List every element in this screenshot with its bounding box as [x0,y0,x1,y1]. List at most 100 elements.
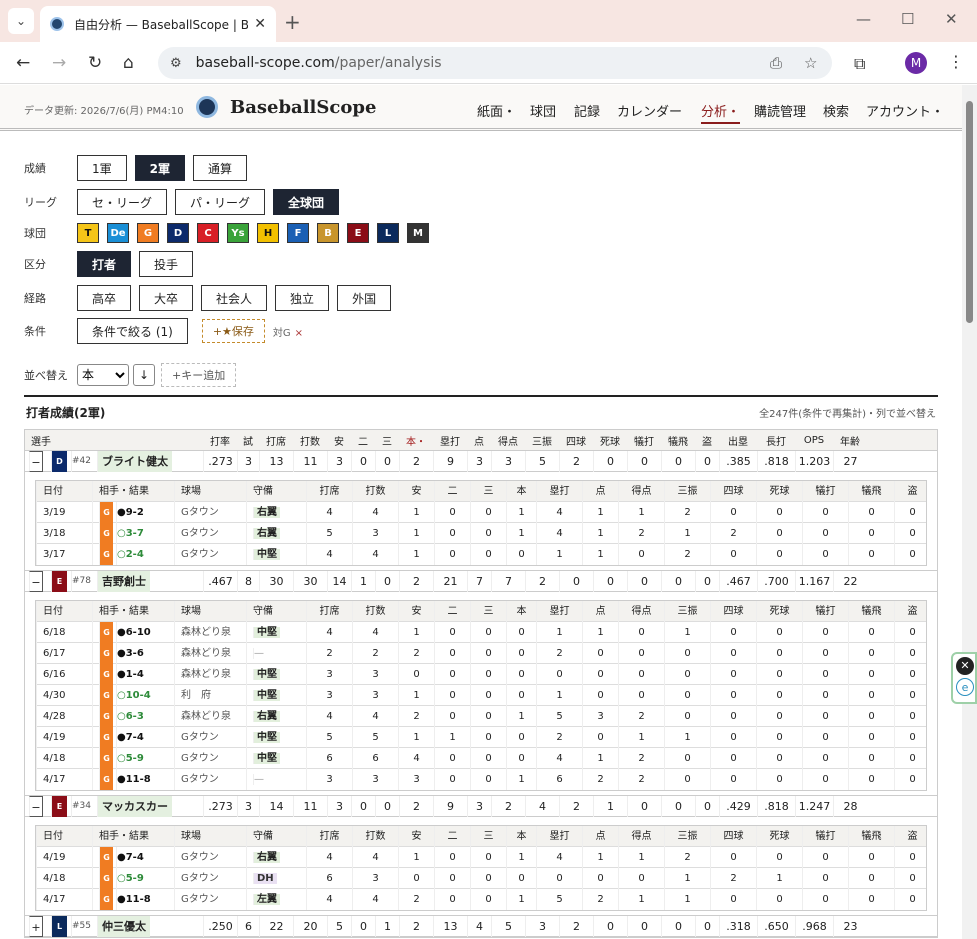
home-icon[interactable]: ⌂ [123,53,134,73]
browser-menu-icon[interactable]: ⋮ [948,52,964,71]
column-header[interactable]: 得点 [491,433,525,448]
column-header[interactable]: 年齢 [833,433,867,448]
route-highschool-button[interactable]: 高卒 [77,285,132,311]
team-chip-t[interactable]: T [77,223,99,243]
column-header[interactable]: OPS [795,435,833,446]
scrollbar-thumb[interactable] [966,101,973,323]
player-row[interactable]: + L #55 仲三優太 .250 6 22 20 5 0 1 2 13 4 5 3 2 0 0 0 0.318.650… [25,916,937,937]
league-pacific-button[interactable]: パ・リーグ [175,189,266,215]
expand-toggle-icon[interactable]: − [29,451,43,472]
save-condition-button[interactable]: +★保存 [201,319,265,343]
player-row[interactable]: − E #78 吉野創士 .467 8 30 30 14 1 0 2 21 7 7 2 0 0 0 0 0.467.70… [25,571,937,592]
player-name[interactable]: ブライト健太 [97,451,172,472]
site-info-icon[interactable]: ⚙ [170,56,182,71]
nav-calendar[interactable]: カレンダー [617,101,682,120]
level-total-button[interactable]: 通算 [193,155,248,181]
back-icon[interactable]: ← [16,53,30,73]
bookmark-star-icon[interactable]: ☆ [804,54,817,72]
nav-subscription[interactable]: 購読管理 [754,101,806,120]
player-row[interactable]: − E #34 マッカスカー .273 3 14 11 3 0 0 2 9 3 2 4 2 1 0 0 0.429.81… [25,796,937,817]
remove-condition-icon[interactable]: × [295,328,303,339]
game-stat-cell: 2 [664,502,710,523]
nav-paper[interactable]: 紙面・ [477,101,516,120]
route-independent-button[interactable]: 独立 [275,285,330,311]
team-chip-de[interactable]: De [107,223,129,243]
column-header[interactable]: 塁打 [433,433,467,448]
league-all-button[interactable]: 全球団 [273,189,340,215]
route-foreign-button[interactable]: 外国 [337,285,392,311]
add-sort-key-button[interactable]: +キー追加 [161,363,237,387]
maximize-icon[interactable]: ☐ [901,10,914,28]
column-header[interactable]: 長打 [757,433,795,448]
sort-key-select[interactable]: 本 [77,364,129,386]
widget-close-icon[interactable]: ✕ [956,657,974,675]
expand-toggle-icon[interactable]: − [29,796,43,817]
tab-search-chevron-icon[interactable]: ⌄ [8,8,34,34]
nav-search[interactable]: 検索 [823,101,849,120]
route-industrial-button[interactable]: 社会人 [201,285,268,311]
team-chip-m[interactable]: M [407,223,429,243]
column-header[interactable]: 試 [237,433,259,448]
column-header[interactable]: 三 [375,433,399,448]
column-header[interactable]: 打率 [203,433,237,448]
address-bar[interactable]: ⚙ baseball-scope.com/paper/analysis ⎙ ☆ [158,47,832,79]
player-row[interactable]: − D #42 ブライト健太 .273 3 13 11 3 0 0 2 9 3 3 5 2 0 0 0 0.385.81… [25,451,937,472]
column-header[interactable]: 安 [327,433,351,448]
level-1gun-button[interactable]: 1軍 [77,155,127,181]
minimize-icon[interactable]: — [856,10,871,28]
extensions-icon[interactable]: ⧉ [854,54,865,74]
page-scrollbar[interactable] [962,85,977,939]
team-chip-f[interactable]: F [287,223,309,243]
column-header[interactable]: 選手 [25,433,203,448]
column-header[interactable]: 打数 [293,433,327,448]
profile-avatar[interactable]: M [905,52,927,74]
site-brand[interactable]: BaseballScope [230,97,376,118]
browser-tab[interactable]: 自由分析 — BaseballScope | Ba ✕ [40,6,276,42]
player-name[interactable]: 仲三優太 [97,916,150,937]
column-header[interactable]: 盗 [695,433,719,448]
kubun-pitcher-button[interactable]: 投手 [139,251,194,277]
column-header[interactable]: 三振 [525,433,559,448]
team-chip-c[interactable]: C [197,223,219,243]
widget-e-icon[interactable]: e [956,678,974,696]
column-header[interactable]: 打席 [259,433,293,448]
kubun-batter-button[interactable]: 打者 [77,251,132,277]
column-header[interactable]: 二 [351,433,375,448]
column-header[interactable]: 犠飛 [661,433,695,448]
nav-records[interactable]: 記録 [574,101,600,120]
window-close-icon[interactable]: ✕ [945,10,958,28]
column-header[interactable]: 犠打 [627,433,661,448]
nav-teams[interactable]: 球団 [530,101,556,120]
nav-analysis[interactable]: 分析・ [701,101,741,124]
game-stat-cell: 0 [848,544,894,565]
team-chip-h[interactable]: H [257,223,279,243]
column-header[interactable]: 死球 [593,433,627,448]
team-chip-l[interactable]: L [377,223,399,243]
level-2gun-button[interactable]: 2軍 [134,155,185,181]
column-header[interactable]: 点 [467,433,491,448]
expand-toggle-icon[interactable]: − [29,571,43,592]
sort-direction-button[interactable]: ↓ [133,364,155,386]
league-central-button[interactable]: セ・リーグ [77,189,168,215]
game-opponent-result: G ●11-8 [92,769,174,790]
condition-filter-button[interactable]: 条件で絞る (1) [77,318,188,344]
new-tab-icon[interactable]: + [284,10,301,34]
column-header[interactable]: 出塁 [719,433,757,448]
expand-toggle-icon[interactable]: + [29,916,43,937]
team-chip-e[interactable]: E [347,223,369,243]
player-name[interactable]: マッカスカー [97,796,172,817]
forward-icon[interactable]: → [52,53,66,73]
column-header[interactable]: 四球 [559,433,593,448]
reload-icon[interactable]: ↻ [88,53,102,73]
install-app-icon[interactable]: ⎙ [770,54,782,72]
team-chip-ys[interactable]: Ys [227,223,249,243]
player-name[interactable]: 吉野創士 [97,571,150,592]
close-tab-icon[interactable]: ✕ [254,16,266,32]
logo-icon[interactable] [196,96,218,118]
team-chip-b[interactable]: B [317,223,339,243]
route-college-button[interactable]: 大卒 [139,285,194,311]
nav-account[interactable]: アカウント・ [866,101,944,120]
team-chip-g[interactable]: G [137,223,159,243]
team-chip-d[interactable]: D [167,223,189,243]
column-header[interactable]: 本・ [399,433,433,448]
